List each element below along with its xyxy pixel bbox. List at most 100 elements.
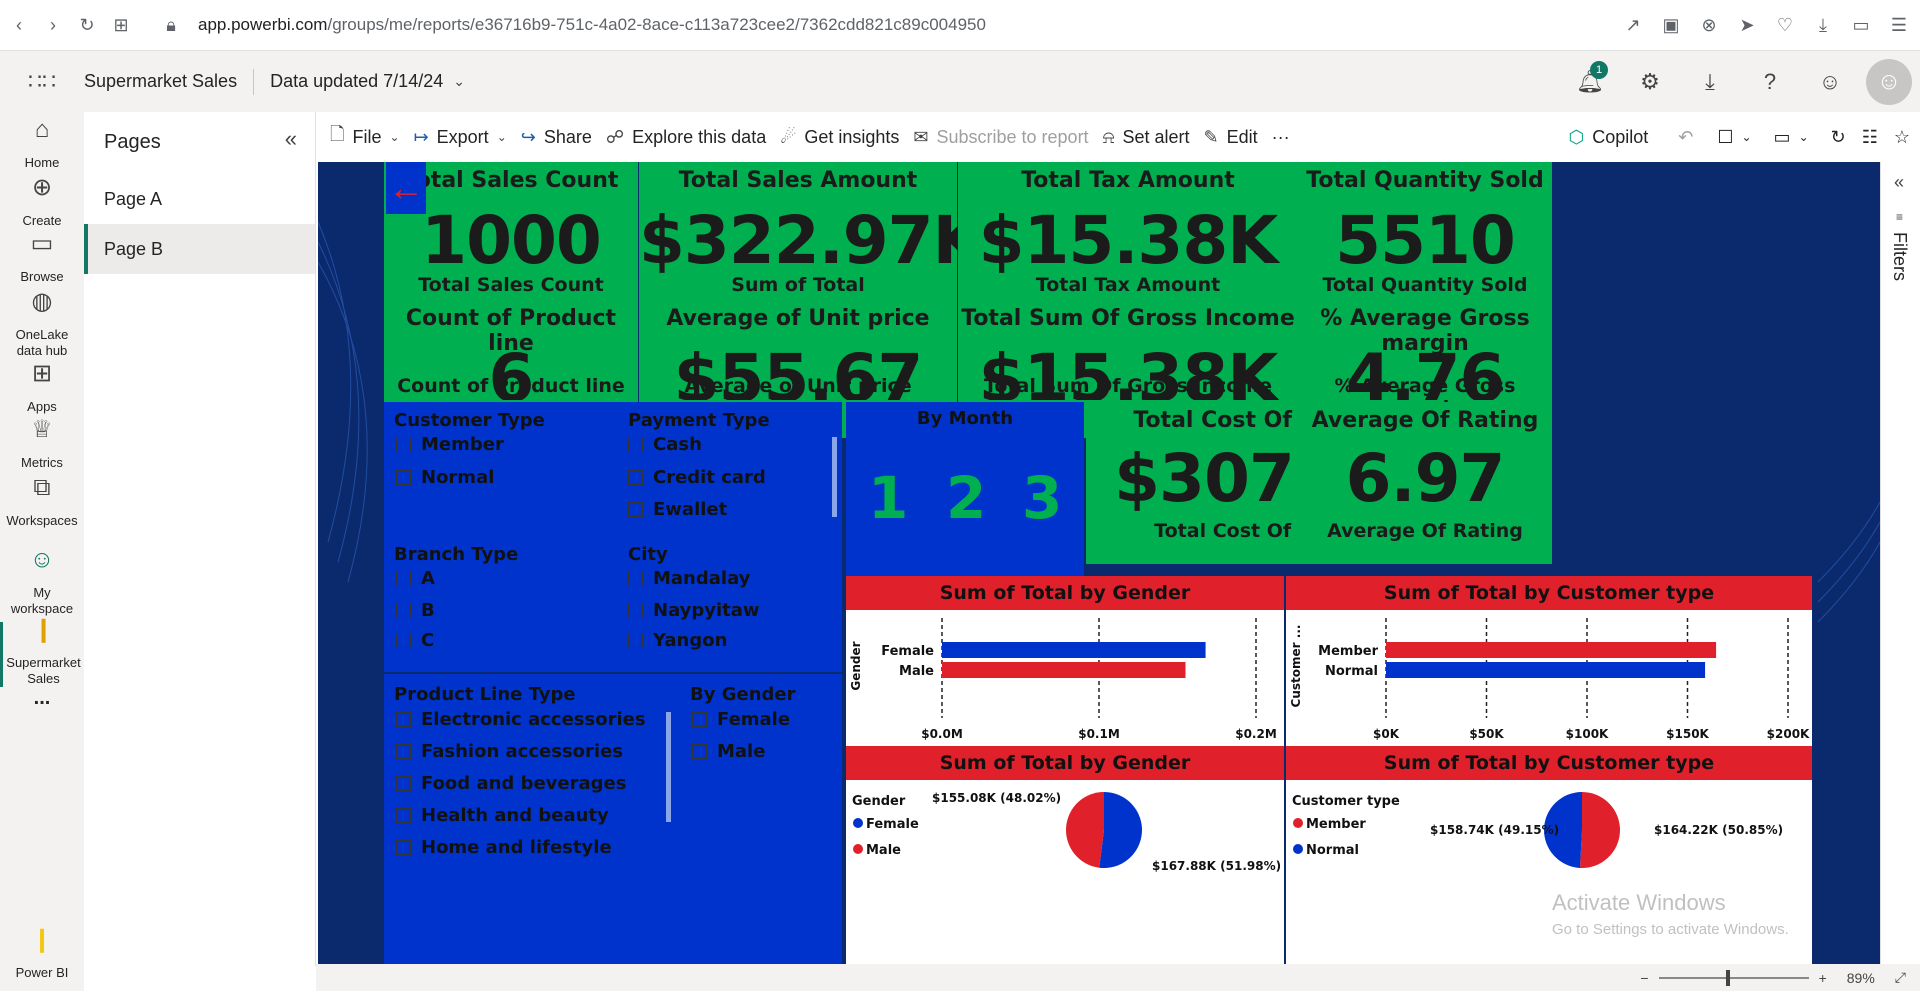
reload-icon[interactable]: ↻ bbox=[72, 10, 102, 40]
nav-item-metrics[interactable]: ♕ Metrics bbox=[0, 418, 84, 471]
kpi-sales-amount[interactable]: Total Sales Amount $322.97K Sum of Total… bbox=[639, 162, 984, 417]
subscribe-button[interactable]: ✉ Subscribe to report bbox=[913, 127, 1088, 148]
browser-menu-icon[interactable]: ☰ bbox=[1884, 10, 1914, 40]
downloads-icon[interactable]: ⤓ bbox=[1808, 10, 1838, 40]
nav-item-create[interactable]: ⊕ Create bbox=[0, 176, 84, 229]
bar-chart-customer-type[interactable]: $0K $50K $100K $150K $200K Member Normal Custom… bbox=[1286, 610, 1812, 750]
checkbox[interactable] bbox=[396, 470, 411, 485]
slicer-option[interactable]: Yangon bbox=[628, 630, 727, 651]
camera-icon[interactable]: ▣ bbox=[1656, 10, 1686, 40]
powerbi-logo[interactable]: ❙ Power BI bbox=[0, 928, 84, 981]
undo-icon[interactable]: ↶ bbox=[1678, 127, 1693, 148]
gear-icon[interactable]: ⚙ bbox=[1620, 69, 1680, 95]
checkbox[interactable] bbox=[396, 437, 411, 452]
checkbox[interactable] bbox=[628, 470, 643, 485]
checkbox[interactable] bbox=[628, 603, 643, 618]
slicer-option[interactable]: B bbox=[396, 600, 435, 621]
slicer-option[interactable]: C bbox=[396, 630, 434, 651]
refresh-icon[interactable]: ↻ bbox=[1831, 127, 1846, 148]
back-icon[interactable]: ‹ bbox=[4, 10, 34, 40]
slicer-option[interactable]: Cash bbox=[628, 434, 702, 455]
slicer-option[interactable]: Health and beauty bbox=[396, 805, 609, 826]
slicer-option[interactable]: Fashion accessories bbox=[396, 741, 623, 762]
fit-page-icon[interactable]: ⤢ bbox=[1895, 969, 1906, 986]
checkbox[interactable] bbox=[396, 712, 411, 727]
bar-chart-gender[interactable]: $0.0M $0.1M $0.2M Female Male Gender bbox=[846, 610, 1284, 750]
kpi-tax-amount[interactable]: Total Tax Amount $15.38K Total Tax Amoun… bbox=[958, 162, 1298, 417]
bell-icon[interactable]: 🔔︎ 1 bbox=[1560, 60, 1620, 95]
slicer-option[interactable]: Female bbox=[692, 709, 790, 730]
slicer-option[interactable]: Electronic accessories bbox=[396, 709, 646, 730]
edit-button[interactable]: ✎ Edit bbox=[1204, 127, 1258, 148]
scrollbar[interactable] bbox=[832, 437, 837, 517]
report-title[interactable]: Supermarket Sales bbox=[84, 71, 237, 92]
checkbox[interactable] bbox=[628, 437, 643, 452]
send-icon[interactable]: ➤ bbox=[1732, 10, 1762, 40]
tabs-grid-icon[interactable]: ⊞ bbox=[106, 10, 136, 40]
checkbox[interactable] bbox=[628, 571, 643, 586]
more-options-button[interactable]: ··· bbox=[1272, 127, 1290, 148]
month-tile-3[interactable]: 3 bbox=[1022, 464, 1062, 532]
slicer-option[interactable]: Mandalay bbox=[628, 568, 750, 589]
checkbox[interactable] bbox=[692, 712, 707, 727]
bookmark-icon[interactable]: ☐ ⌄ bbox=[1717, 127, 1751, 148]
zoom-out-button[interactable]: − bbox=[1640, 970, 1648, 986]
slicer-option[interactable]: Ewallet bbox=[628, 499, 727, 520]
battery-icon[interactable]: ▭ bbox=[1846, 10, 1876, 40]
insights-button[interactable]: ☄ Get insights bbox=[780, 127, 899, 148]
help-icon[interactable]: ? bbox=[1740, 69, 1800, 95]
chevron-down-icon[interactable]: ⌄ bbox=[453, 73, 465, 90]
slicer-option[interactable]: Naypyitaw bbox=[628, 600, 760, 621]
checkbox[interactable] bbox=[396, 808, 411, 823]
kpi-rating[interactable]: Average Of Rating 6.97 Average Of Rating bbox=[1298, 402, 1552, 564]
heart-icon[interactable]: ♡ bbox=[1770, 10, 1800, 40]
checkbox[interactable] bbox=[628, 502, 643, 517]
slicer-option[interactable]: Food and beverages bbox=[396, 773, 626, 794]
collapse-pane-icon[interactable]: « bbox=[285, 126, 297, 152]
file-menu[interactable]: 🗋︎ File ⌄ bbox=[330, 122, 400, 152]
checkbox[interactable] bbox=[396, 571, 411, 586]
zoom-in-button[interactable]: + bbox=[1819, 970, 1827, 986]
data-updated[interactable]: Data updated 7/14/24 bbox=[270, 71, 443, 92]
feedback-icon[interactable]: ☺ bbox=[1800, 69, 1860, 95]
month-tile-2[interactable]: 2 bbox=[946, 464, 986, 532]
nav-item-home[interactable]: ⌂ Home bbox=[0, 118, 84, 171]
nav-item-onelake-data-hub[interactable]: ◍ OneLake data hub bbox=[0, 290, 84, 359]
share-button[interactable]: ↪ Share bbox=[521, 127, 592, 148]
pie-chart-gender[interactable]: Gender Female Male $167.88K (51.98%) $155.08… bbox=[846, 780, 1284, 964]
zoom-thumb[interactable] bbox=[1726, 969, 1731, 986]
comment-icon[interactable]: ☷ bbox=[1862, 127, 1878, 148]
nav-item-supermarket-sales[interactable]: ❙ Supermarket Sales bbox=[0, 618, 84, 687]
page-tab-b[interactable]: Page B bbox=[84, 224, 315, 274]
view-icon[interactable]: ▭ ⌄ bbox=[1774, 127, 1809, 148]
checkbox[interactable] bbox=[396, 633, 411, 648]
zoom-slider[interactable] bbox=[1658, 969, 1809, 986]
checkbox[interactable] bbox=[396, 603, 411, 618]
copilot-button[interactable]: ⬡ Copilot bbox=[1569, 127, 1649, 148]
avatar[interactable]: ☺ bbox=[1866, 58, 1912, 105]
nav-item-apps[interactable]: ⊞ Apps bbox=[0, 362, 84, 415]
forward-icon[interactable]: › bbox=[38, 10, 68, 40]
slicer-option[interactable]: Home and lifestyle bbox=[396, 837, 612, 858]
checkbox[interactable] bbox=[396, 744, 411, 759]
explore-button[interactable]: ☍ Explore this data bbox=[606, 127, 766, 148]
favorite-icon[interactable]: ☆ bbox=[1894, 127, 1910, 148]
export-menu[interactable]: ↦ Export ⌄ bbox=[414, 127, 507, 148]
slicer-option[interactable]: A bbox=[396, 568, 435, 589]
month-tile-1[interactable]: 1 bbox=[868, 464, 908, 532]
alert-button[interactable]: ⍾ Set alert bbox=[1103, 127, 1190, 148]
nav-item-browse[interactable]: ▭ Browse bbox=[0, 232, 84, 285]
block-icon[interactable]: ⊗ bbox=[1694, 10, 1724, 40]
scrollbar[interactable] bbox=[666, 712, 671, 822]
slicer-option[interactable]: Credit card bbox=[628, 467, 766, 488]
page-tab-a[interactable]: Page A bbox=[84, 174, 315, 224]
back-arrow-button[interactable]: ← bbox=[386, 162, 426, 214]
filters-pane[interactable]: « ≡ Filters bbox=[1880, 162, 1920, 964]
checkbox[interactable] bbox=[396, 776, 411, 791]
nav-item-my-workspace[interactable]: ☺ My workspace bbox=[0, 548, 84, 617]
checkbox[interactable] bbox=[628, 633, 643, 648]
expand-filters-icon[interactable]: « bbox=[1894, 172, 1904, 193]
slicer-option[interactable]: Normal bbox=[396, 467, 494, 488]
checkbox[interactable] bbox=[396, 840, 411, 855]
share-page-icon[interactable]: ↗ bbox=[1618, 10, 1648, 40]
